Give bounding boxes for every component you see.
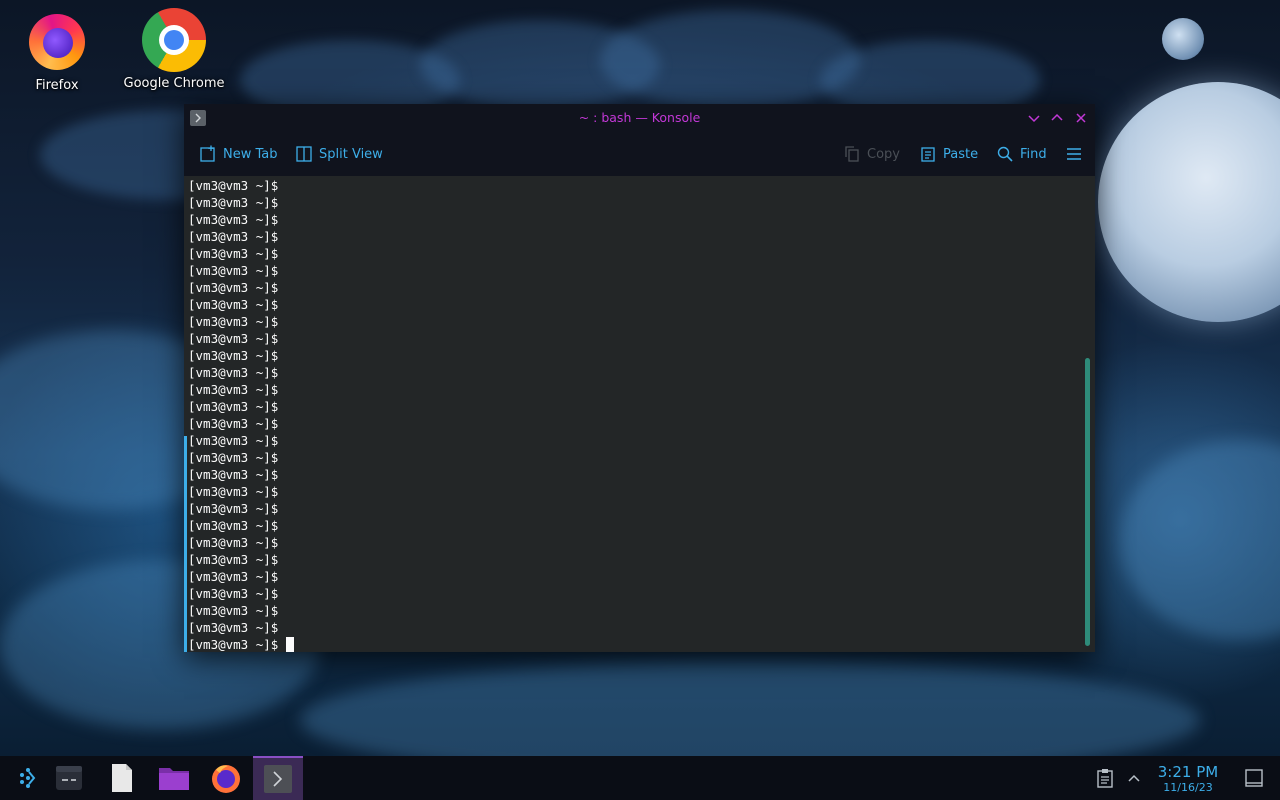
maximize-button[interactable] (1048, 109, 1066, 127)
terminal-line: [vm3@vm3 ~]$ (188, 552, 279, 567)
firefox-icon (27, 10, 87, 70)
konsole-window: ~ : bash — Konsole New Tab Split View Co… (184, 104, 1095, 652)
taskbar-file-manager[interactable] (149, 756, 199, 800)
terminal-current-line: [vm3@vm3 ~]$ (188, 636, 295, 652)
window-titlebar[interactable]: ~ : bash — Konsole (184, 104, 1095, 132)
firefox-icon (212, 765, 240, 793)
terminal-line: [vm3@vm3 ~]$ (188, 246, 279, 261)
terminal-line: [vm3@vm3 ~]$ (188, 399, 279, 414)
close-button[interactable] (1072, 109, 1090, 127)
terminal-line: [vm3@vm3 ~]$ (188, 467, 279, 482)
taskbar-firefox[interactable] (201, 756, 251, 800)
copy-label: Copy (867, 146, 900, 162)
copy-button[interactable]: Copy (843, 142, 900, 166)
chrome-icon (142, 8, 206, 72)
paste-icon (921, 147, 935, 162)
clock-date: 11/16/23 (1163, 781, 1213, 794)
terminal-line: [vm3@vm3 ~]$ (188, 586, 279, 601)
terminal-line: [vm3@vm3 ~]$ (188, 365, 279, 380)
minimize-button[interactable] (1025, 109, 1043, 127)
terminal-line: [vm3@vm3 ~]$ (188, 348, 279, 363)
taskbar-text-editor[interactable] (97, 756, 147, 800)
desktop-icon-label: Google Chrome (123, 76, 225, 91)
scrollbar-thumb[interactable] (1085, 358, 1090, 646)
terminal-line: [vm3@vm3 ~]$ (188, 518, 279, 533)
new-tab-button[interactable]: New Tab (199, 142, 278, 166)
terminal-lines: [vm3@vm3 ~]$ [vm3@vm3 ~]$ [vm3@vm3 ~]$ [vm3… (188, 177, 295, 652)
terminal-line: [vm3@vm3 ~]$ (188, 535, 279, 550)
terminal-line: [vm3@vm3 ~]$ (188, 620, 279, 635)
terminal-line: [vm3@vm3 ~]$ (188, 229, 279, 244)
terminal-line: [vm3@vm3 ~]$ (188, 382, 279, 397)
konsole-toolbar: New Tab Split View Copy Paste Find (184, 132, 1095, 176)
split-view-button[interactable]: Split View (295, 142, 383, 166)
desktop-icon-firefox[interactable]: Firefox (2, 10, 112, 93)
chevron-up-icon (1051, 113, 1063, 121)
new-tab-icon (200, 145, 215, 162)
show-desktop-button[interactable] (1230, 756, 1278, 800)
terminal-line: [vm3@vm3 ~]$ (188, 569, 279, 584)
text-editor-icon (112, 764, 132, 792)
terminal-line: [vm3@vm3 ~]$ (188, 501, 279, 516)
taskbar-konsole[interactable] (253, 756, 303, 800)
app-launcher-icon (20, 768, 36, 788)
terminal-scrollbar[interactable] (1081, 176, 1095, 652)
terminal-line: [vm3@vm3 ~]$ (188, 263, 279, 278)
text-cursor (286, 637, 295, 652)
window-title: ~ : bash — Konsole (578, 110, 701, 125)
chevron-down-icon (1028, 115, 1040, 123)
moon-decoration (1098, 82, 1280, 322)
clock-time: 3:21 PM (1157, 763, 1219, 781)
scroll-marker (184, 436, 187, 652)
terminal-line: [vm3@vm3 ~]$ (188, 416, 279, 431)
terminal-line: [vm3@vm3 ~]$ (188, 212, 279, 227)
small-moon-decoration (1162, 18, 1204, 60)
terminal-line: [vm3@vm3 ~]$ (188, 314, 279, 329)
hamburger-menu-icon (1067, 148, 1081, 160)
terminal-line: [vm3@vm3 ~]$ (188, 280, 279, 295)
paste-label: Paste (943, 146, 979, 162)
show-desktop-icon (1245, 769, 1263, 787)
terminal-line: [vm3@vm3 ~]$ (188, 484, 279, 499)
folder-icon (159, 768, 189, 790)
hamburger-menu-button[interactable] (1065, 142, 1089, 166)
terminal-line: [vm3@vm3 ~]$ (188, 603, 279, 618)
search-icon (997, 146, 1013, 162)
terminal-line: [vm3@vm3 ~]$ (188, 450, 279, 465)
desktop-icon-label: Firefox (35, 78, 79, 93)
terminal-line: [vm3@vm3 ~]$ (188, 195, 279, 210)
terminal-line: [vm3@vm3 ~]$ (188, 331, 279, 346)
find-button[interactable]: Find (996, 142, 1047, 166)
split-view-label: Split View (319, 146, 383, 162)
find-label: Find (1020, 146, 1047, 162)
close-icon (1076, 113, 1086, 123)
app-launcher-button[interactable] (0, 756, 50, 800)
digital-clock[interactable]: 3:21 PM 11/16/23 (1150, 764, 1226, 794)
terminal-line: [vm3@vm3 ~]$ (188, 433, 279, 448)
konsole-icon (264, 765, 292, 793)
terminal-output[interactable]: [vm3@vm3 ~]$ [vm3@vm3 ~]$ [vm3@vm3 ~]$ [vm3… (184, 176, 1081, 652)
desktop-icon-google-chrome[interactable]: Google Chrome (119, 8, 229, 91)
taskbar-system-settings[interactable] (44, 756, 94, 800)
terminal-line: [vm3@vm3 ~]$ (188, 297, 279, 312)
split-view-icon (296, 146, 312, 162)
terminal-line: [vm3@vm3 ~]$ (188, 178, 279, 193)
new-tab-label: New Tab (223, 146, 278, 162)
chevron-up-icon (1128, 774, 1140, 782)
system-settings-icon (56, 766, 82, 790)
copy-icon (845, 146, 859, 162)
terminal-prompt: [vm3@vm3 ~]$ (188, 637, 279, 652)
taskbar: 3:21 PM 11/16/23 (0, 756, 1280, 800)
paste-button[interactable]: Paste (919, 142, 978, 166)
